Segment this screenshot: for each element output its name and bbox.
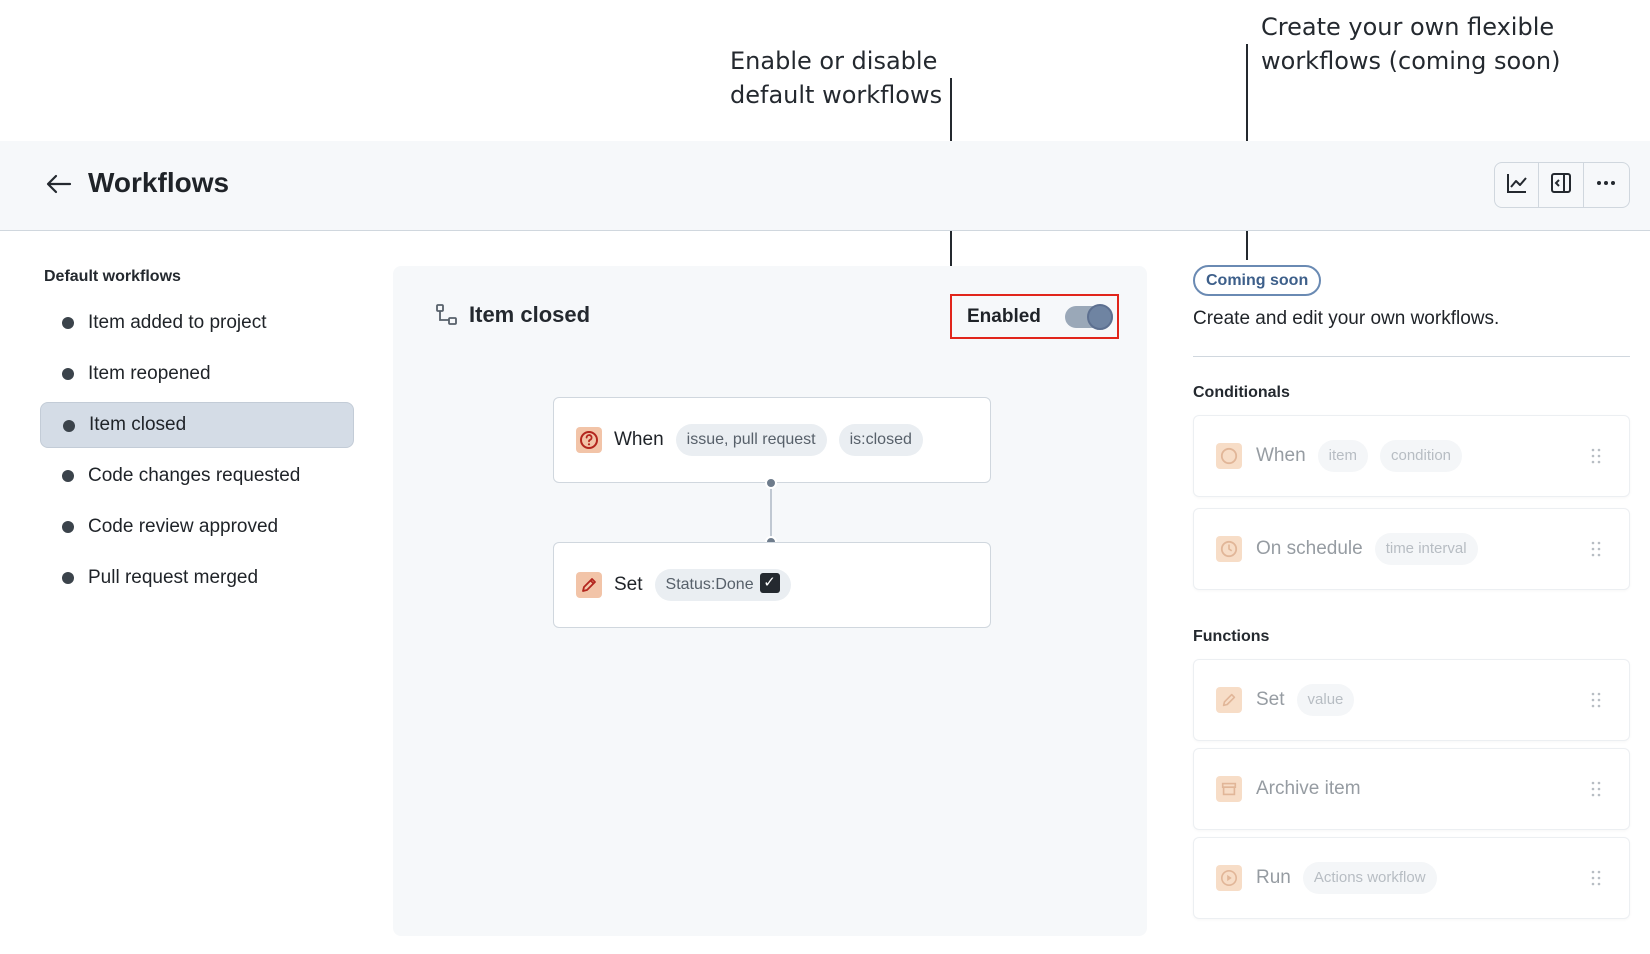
sidebar-item-label: Item reopened	[88, 363, 211, 384]
conditionals-heading: Conditionals	[1193, 384, 1290, 401]
conditional-schedule-card[interactable]: On schedule time interval	[1193, 508, 1630, 590]
set-card[interactable]: Set Status:Done ✓	[553, 542, 991, 628]
insights-button[interactable]	[1495, 163, 1540, 207]
enabled-highlight: Enabled	[950, 294, 1119, 339]
workflow-title: Item closed	[469, 302, 591, 327]
clock-icon	[1216, 536, 1242, 562]
sidebar-item-item-added[interactable]: Item added to project	[40, 300, 354, 346]
sidebar-item-code-changes-requested[interactable]: Code changes requested	[40, 453, 354, 499]
sidebar-item-label: Item added to project	[88, 312, 267, 333]
sidebar-item-code-review-approved[interactable]: Code review approved	[40, 504, 354, 550]
set-chip-status[interactable]: Status:Done ✓	[654, 569, 791, 601]
chip-time-interval: time interval	[1374, 533, 1478, 565]
bullet-dot	[62, 368, 74, 380]
bullet-dot	[62, 572, 74, 584]
sidebar-item-label: Item closed	[89, 414, 187, 435]
enabled-toggle[interactable]	[1065, 304, 1113, 330]
chip-condition: condition	[1379, 440, 1463, 472]
connector-line	[770, 483, 772, 542]
functions-heading: Functions	[1193, 628, 1270, 645]
conditional-when-card[interactable]: When item condition	[1193, 415, 1630, 497]
sidebar-item-label: Pull request merged	[88, 567, 259, 588]
page-title: Workflows	[88, 167, 230, 198]
sidebar-item-label: Code review approved	[88, 516, 279, 537]
play-icon	[1216, 865, 1242, 891]
more-options-button[interactable]	[1584, 163, 1629, 207]
header-toolbar	[1494, 162, 1630, 208]
workflow-panel: Item closed Enabled When issue, pull req…	[393, 266, 1147, 936]
function-run-keyword: Run	[1256, 867, 1291, 888]
question-icon	[576, 427, 602, 453]
bullet-dot	[62, 470, 74, 482]
sidebar-item-item-reopened[interactable]: Item reopened	[40, 351, 354, 397]
sidebar-list: Item added to project Item reopened Item…	[40, 300, 354, 606]
coming-soon-badge: Coming soon	[1193, 265, 1322, 296]
question-icon	[1216, 443, 1242, 469]
toggle-panel-button[interactable]	[1539, 163, 1584, 207]
toggle-knob	[1087, 304, 1113, 330]
drag-handle-icon[interactable]	[1591, 692, 1601, 708]
sidebar-panel-icon	[1549, 171, 1573, 200]
bullet-dot	[62, 317, 74, 329]
pencil-icon	[1216, 687, 1242, 713]
enabled-label: Enabled	[967, 306, 1041, 327]
when-keyword: When	[614, 429, 664, 450]
kebab-menu-icon	[1594, 171, 1618, 200]
right-description: Create and edit your own workflows.	[1193, 308, 1500, 329]
drag-handle-icon[interactable]	[1591, 541, 1601, 557]
set-chip-label: Status:Done	[665, 576, 754, 593]
drag-handle-icon[interactable]	[1591, 448, 1601, 464]
bullet-dot	[63, 420, 75, 432]
sidebar-item-pull-request-merged[interactable]: Pull request merged	[40, 555, 354, 601]
connector-node	[765, 477, 777, 489]
drag-handle-icon[interactable]	[1591, 870, 1601, 886]
conditional-when-keyword: When	[1256, 445, 1306, 466]
conditional-schedule-keyword: On schedule	[1256, 538, 1363, 559]
sidebar-item-item-closed[interactable]: Item closed	[40, 402, 354, 448]
archive-icon	[1216, 776, 1242, 802]
chip-value: value	[1296, 684, 1355, 716]
function-archive-card[interactable]: Archive item	[1193, 748, 1630, 830]
function-set-card[interactable]: Set value	[1193, 659, 1630, 741]
workflow-icon	[435, 303, 459, 327]
sidebar-heading: Default workflows	[44, 268, 181, 285]
divider	[1193, 356, 1630, 357]
check-box-icon: ✓	[759, 572, 780, 593]
function-set-keyword: Set	[1256, 689, 1285, 710]
chip-actions-workflow: Actions workflow	[1302, 862, 1437, 894]
sidebar-item-label: Code changes requested	[88, 465, 301, 486]
when-chip-types[interactable]: issue, pull request	[675, 424, 827, 456]
chip-item: item	[1317, 440, 1368, 472]
page-header: Workflows	[0, 141, 1650, 231]
when-chip-state[interactable]: is:closed	[838, 424, 923, 456]
back-arrow-icon[interactable]	[44, 169, 74, 199]
function-run-card[interactable]: Run Actions workflow	[1193, 837, 1630, 919]
drag-handle-icon[interactable]	[1591, 781, 1601, 797]
bullet-dot	[62, 521, 74, 533]
pencil-icon	[576, 572, 602, 598]
function-archive-keyword: Archive item	[1256, 778, 1361, 799]
callout-create-own: Create your own flexible workflows (comi…	[1261, 13, 1561, 75]
when-card[interactable]: When issue, pull request is:closed	[553, 397, 991, 483]
set-keyword: Set	[614, 574, 643, 595]
graph-icon	[1505, 171, 1529, 200]
